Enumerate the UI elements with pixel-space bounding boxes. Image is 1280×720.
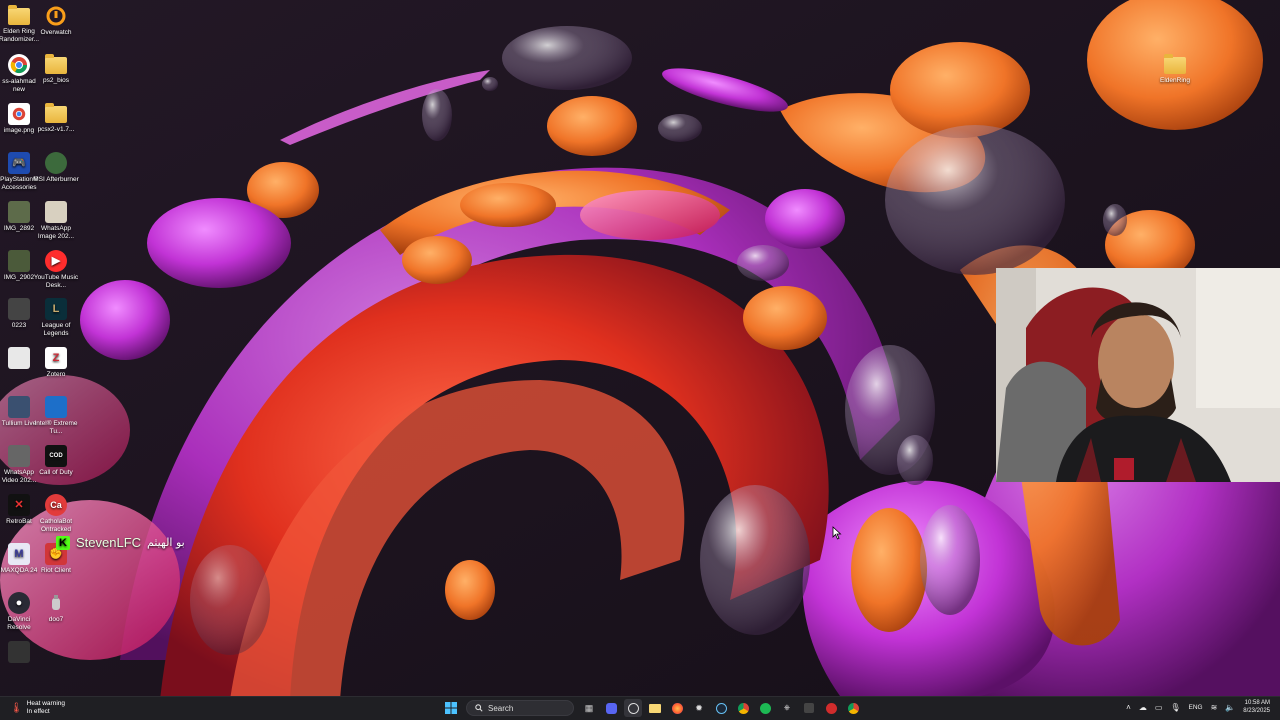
kick-logo-icon: K	[56, 535, 70, 550]
taskbar-app-widgets[interactable]: ▦	[580, 699, 598, 717]
desktop-icon-intel-extreme-tuning[interactable]: Intel® Extreme Tu...	[33, 396, 79, 436]
intel-xtu-icon	[45, 396, 67, 418]
file-icon	[8, 347, 30, 369]
desktop-icon-catholabot[interactable]: Ca CatholaBot Ontracked	[33, 494, 79, 534]
chevron-up-icon[interactable]: ˄	[1126, 703, 1131, 712]
taskbar-app-red[interactable]	[822, 699, 840, 717]
taskbar-app-spotify[interactable]	[756, 699, 774, 717]
taskbar-app-terminal[interactable]	[800, 699, 818, 717]
call-of-duty-icon: COD	[45, 445, 67, 467]
stream-message: بو الهيثم	[147, 536, 185, 549]
weather-alert-detail: In effect	[26, 708, 50, 715]
app-icon: ⎈	[783, 703, 791, 712]
widgets-icon: ▦	[584, 702, 594, 713]
folder-icon	[45, 54, 67, 74]
folder-icon	[45, 103, 67, 123]
app-icon: Ca	[45, 494, 67, 516]
clock-time: 10:58 AM	[1244, 700, 1270, 706]
app-icon	[8, 396, 30, 418]
video-thumbnail-icon	[8, 298, 30, 320]
firefox-icon	[671, 702, 683, 714]
taskbar-pinned-apps: Search ▦ ✹ ⎈	[442, 699, 862, 717]
thermometer-icon: 🌡	[10, 702, 23, 714]
taskbar-app-discord[interactable]	[602, 699, 620, 717]
windows-start-icon	[445, 702, 457, 714]
folder-icon	[1164, 54, 1186, 74]
retrobat-icon: ✕	[8, 494, 30, 516]
maxqda-icon: M	[8, 543, 30, 565]
stream-alert-overlay: K StevenLFC بو الهيثم	[56, 535, 185, 550]
desktop-icon-pcsx2[interactable]: pcsx2-v1.7...	[33, 103, 79, 134]
search-placeholder: Search	[488, 703, 514, 713]
taskbar-app-firefox[interactable]	[668, 699, 686, 717]
overwatch-icon	[45, 5, 67, 27]
wifi-icon[interactable]: ≋	[1211, 703, 1218, 712]
youtube-music-icon: ▶	[45, 250, 67, 272]
desktop-icon-eldenring-folder[interactable]: EldenRing	[1152, 54, 1198, 85]
desktop-icon-bottom[interactable]	[0, 641, 42, 665]
desktop-icon-ps2-bios[interactable]: ps2_bios	[33, 54, 79, 85]
gear-icon: ✹	[695, 702, 703, 713]
taskbar-app-settings[interactable]: ✹	[690, 699, 708, 717]
desktop-icon-doo7[interactable]: doo7	[33, 592, 79, 624]
system-tray: ˄ ☁ ▭ 🎙 ENG ≋ 🔈 10:58 AM 8/23/2025	[1126, 699, 1270, 715]
weather-widget[interactable]: 🌡 Heat warning In effect	[10, 700, 65, 716]
league-of-legends-icon: L	[45, 298, 67, 320]
taskbar-app-obs[interactable]	[624, 699, 642, 717]
microphone-icon[interactable]: 🎙	[1170, 703, 1180, 712]
language-indicator[interactable]: ENG	[1189, 704, 1203, 711]
network-icon[interactable]: ▭	[1155, 703, 1163, 712]
taskbar-app-file-explorer[interactable]	[646, 699, 664, 717]
chrome-file-icon	[8, 103, 30, 125]
weather-alert-title: Heat warning	[26, 700, 66, 707]
app-icon	[45, 592, 67, 614]
search-icon	[475, 704, 483, 712]
playstation-icon: 🎮	[8, 152, 30, 174]
chrome-icon	[737, 702, 749, 714]
desktop-icon-zotero[interactable]: Z Zotero	[33, 347, 79, 379]
app-icon	[8, 641, 30, 663]
chrome-icon	[8, 54, 30, 76]
msi-afterburner-icon	[45, 152, 67, 174]
chrome-icon	[847, 702, 859, 714]
davinci-resolve-icon: ●	[8, 592, 30, 614]
start-button[interactable]	[442, 699, 460, 717]
mouse-cursor-icon	[832, 526, 842, 540]
stream-username: StevenLFC	[76, 535, 142, 550]
image-thumbnail-icon	[8, 250, 30, 272]
folder-icon	[8, 5, 30, 25]
obs-icon	[627, 702, 639, 714]
desktop-icon-youtube-music[interactable]: ▶ YouTube Music Desk...	[33, 250, 79, 290]
image-thumbnail-icon	[8, 201, 30, 223]
taskbar-app-steam[interactable]	[712, 699, 730, 717]
zotero-icon: Z	[45, 347, 67, 369]
taskbar: 🌡 Heat warning In effect Search ▦ ✹ ⎈ ˄ …	[0, 696, 1280, 720]
clock-date: 8/23/2025	[1243, 708, 1270, 714]
desktop-icon-call-of-duty[interactable]: COD Call of Duty	[33, 445, 79, 477]
taskbar-app-chrome-profile[interactable]	[844, 699, 862, 717]
image-thumbnail-icon	[45, 201, 67, 223]
onedrive-icon[interactable]: ☁	[1139, 703, 1147, 712]
desktop-icon-whatsapp-image[interactable]: WhatsApp Image 202...	[33, 201, 79, 241]
volume-icon[interactable]: 🔈	[1225, 703, 1235, 712]
webcam-person-image	[996, 268, 1280, 482]
taskbar-clock[interactable]: 10:58 AM 8/23/2025	[1243, 699, 1270, 715]
desktop-icon-msi-afterburner[interactable]: MSI Afterburner	[33, 152, 79, 184]
desktop-icon-overwatch[interactable]: Overwatch	[33, 5, 79, 37]
desktop-icon-league-of-legends[interactable]: L League of Legends	[33, 298, 79, 338]
steam-icon	[715, 702, 727, 714]
video-thumbnail-icon	[8, 445, 30, 467]
app-icon	[825, 702, 837, 714]
taskbar-app-epic[interactable]: ⎈	[778, 699, 796, 717]
discord-icon	[605, 702, 617, 714]
taskbar-app-chrome[interactable]	[734, 699, 752, 717]
webcam-feed	[996, 268, 1280, 482]
folder-icon	[649, 703, 661, 713]
spotify-icon	[759, 702, 771, 714]
taskbar-search-box[interactable]: Search	[466, 700, 574, 716]
app-icon	[804, 703, 814, 713]
